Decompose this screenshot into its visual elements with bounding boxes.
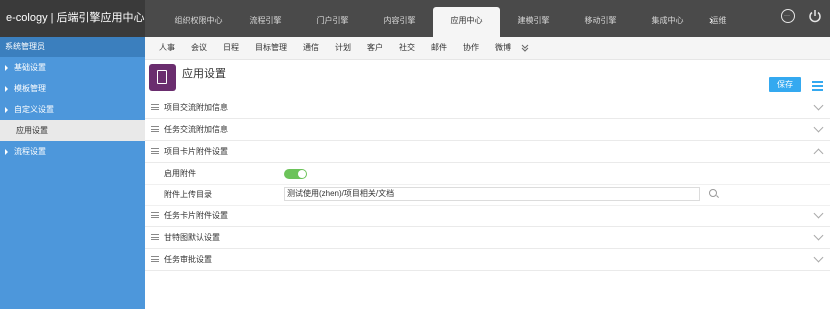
double-chevron-down-icon[interactable] <box>519 37 537 59</box>
section-label: 任务审批设置 <box>164 255 212 264</box>
chevron-down-icon[interactable] <box>813 252 824 263</box>
drag-handle-icon[interactable] <box>151 212 159 218</box>
chat-icon[interactable]: ··· <box>781 9 795 23</box>
subnav-goal-management[interactable]: 目标管理 <box>247 37 295 59</box>
search-icon[interactable] <box>709 189 717 197</box>
tab-mobile-engine[interactable]: 移动引擎 <box>567 7 634 37</box>
caret-right-icon <box>5 106 8 113</box>
section-gantt-default[interactable]: 甘特图默认设置 <box>145 227 830 249</box>
subnav-weibo[interactable]: 微博 <box>487 37 519 59</box>
subnav-customer[interactable]: 客户 <box>359 37 391 59</box>
subnav-collaboration[interactable]: 协作 <box>455 37 487 59</box>
sidebar-item-basic-settings[interactable]: 基础设置 <box>0 57 145 78</box>
sidebar-item-label: 基础设置 <box>14 63 46 72</box>
section-label: 甘特图默认设置 <box>164 233 220 242</box>
sidebar-item-label: 自定义设置 <box>14 105 54 114</box>
section-project-card-attachment[interactable]: 项目卡片附件设置 <box>145 141 830 163</box>
caret-right-icon <box>5 64 8 71</box>
upload-directory-field[interactable]: 测试使用(zhen)/项目相关/文档 <box>284 187 700 201</box>
subnav-schedule[interactable]: 日程 <box>215 37 247 59</box>
tab-workflow-engine[interactable]: 流程引擎 <box>232 7 299 37</box>
document-icon <box>149 64 176 91</box>
section-label: 任务卡片附件设置 <box>164 211 228 220</box>
sidebar-header: 系统管理员 <box>0 37 145 57</box>
upload-directory-label: 附件上传目录 <box>164 190 212 199</box>
chevron-down-icon[interactable] <box>813 230 824 241</box>
section-task-approval[interactable]: 任务审批设置 <box>145 249 830 271</box>
subnav-plan[interactable]: 计划 <box>327 37 359 59</box>
sidebar-item-app-settings[interactable]: 应用设置 <box>0 120 145 141</box>
enable-attachment-toggle[interactable] <box>284 169 307 179</box>
toggle-knob <box>298 170 306 178</box>
module-subnav: 人事 会议 日程 目标管理 通信 计划 客户 社交 邮件 协作 微博 <box>145 37 830 60</box>
app-title: e-cology | 后端引擎应用中心 <box>0 0 145 37</box>
subnav-hr[interactable]: 人事 <box>145 37 183 59</box>
drag-handle-icon[interactable] <box>151 256 159 262</box>
section-project-exchange-info[interactable]: 项目交流附加信息 <box>145 97 830 119</box>
chevron-down-icon[interactable] <box>813 208 824 219</box>
caret-right-icon <box>5 85 8 92</box>
section-label: 项目交流附加信息 <box>164 103 228 112</box>
chevron-up-icon[interactable] <box>813 148 824 159</box>
tab-app-center[interactable]: 应用中心 <box>433 7 500 37</box>
chevron-right-icon[interactable]: › <box>709 14 713 26</box>
caret-right-icon <box>5 148 8 155</box>
tab-org-permission[interactable]: 组织权限中心 <box>165 7 232 37</box>
sidebar-item-workflow-settings[interactable]: 流程设置 <box>0 141 145 162</box>
page-header: 应用设置 保存 <box>145 59 830 97</box>
chevron-down-icon[interactable] <box>813 122 824 133</box>
save-button[interactable]: 保存 <box>769 77 801 92</box>
sidebar-item-template-management[interactable]: 模板管理 <box>0 78 145 99</box>
tab-integration-center[interactable]: 集成中心 <box>634 7 701 37</box>
list-menu-icon[interactable] <box>812 81 823 91</box>
enable-attachment-label: 启用附件 <box>164 169 196 178</box>
page-title: 应用设置 <box>182 68 226 80</box>
section-label: 项目卡片附件设置 <box>164 147 228 156</box>
setting-row-upload-directory: 附件上传目录 测试使用(zhen)/项目相关/文档 <box>145 184 830 206</box>
sidebar-item-label: 流程设置 <box>14 147 46 156</box>
section-label: 任务交流附加信息 <box>164 125 228 134</box>
subnav-communication[interactable]: 通信 <box>295 37 327 59</box>
top-bar: e-cology | 后端引擎应用中心 组织权限中心 流程引擎 门户引擎 内容引… <box>0 0 830 37</box>
chevron-down-icon[interactable] <box>813 100 824 111</box>
sidebar-item-label: 模板管理 <box>14 84 46 93</box>
drag-handle-icon[interactable] <box>151 234 159 240</box>
subnav-email[interactable]: 邮件 <box>423 37 455 59</box>
sidebar-item-label: 应用设置 <box>16 126 48 135</box>
drag-handle-icon[interactable] <box>151 126 159 132</box>
section-task-card-attachment[interactable]: 任务卡片附件设置 <box>145 205 830 227</box>
subnav-meeting[interactable]: 会议 <box>183 37 215 59</box>
tab-ops[interactable]: 运维 <box>701 7 736 37</box>
sidebar: 系统管理员 基础设置 模板管理 自定义设置 应用设置 流程设置 <box>0 37 145 309</box>
section-task-exchange-info[interactable]: 任务交流附加信息 <box>145 119 830 141</box>
tab-portal-engine[interactable]: 门户引擎 <box>299 7 366 37</box>
top-tabs: 组织权限中心 流程引擎 门户引擎 内容引擎 应用中心 建模引擎 移动引擎 集成中… <box>165 7 736 37</box>
sidebar-item-custom-settings[interactable]: 自定义设置 <box>0 99 145 120</box>
tab-content-engine[interactable]: 内容引擎 <box>366 7 433 37</box>
subnav-social[interactable]: 社交 <box>391 37 423 59</box>
power-icon[interactable] <box>808 9 822 23</box>
drag-handle-icon[interactable] <box>151 104 159 110</box>
setting-row-enable-attachment: 启用附件 <box>145 163 830 185</box>
drag-handle-icon[interactable] <box>151 148 159 154</box>
tab-modeling-engine[interactable]: 建模引擎 <box>500 7 567 37</box>
